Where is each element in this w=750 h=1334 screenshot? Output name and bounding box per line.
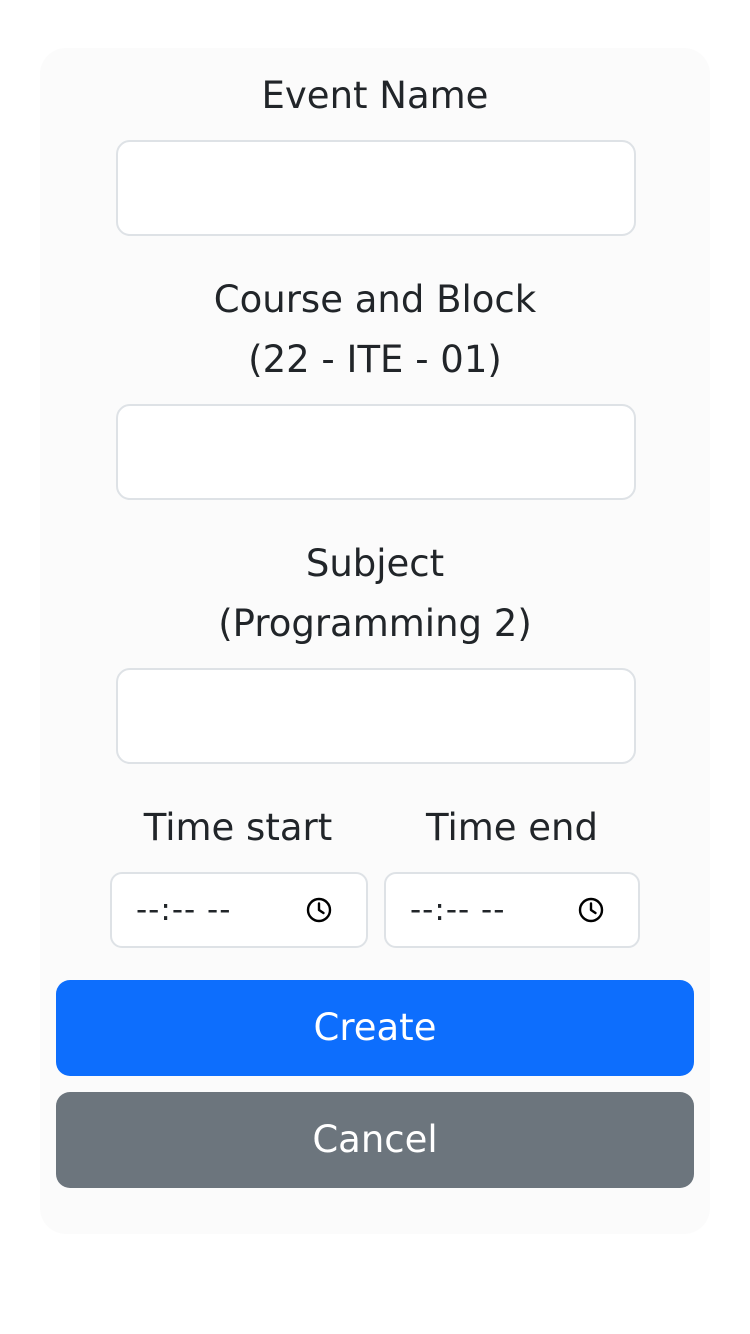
time-end-value: --:-- --: [410, 892, 506, 928]
time-end-input[interactable]: --:-- --: [384, 872, 640, 948]
time-start-input[interactable]: --:-- --: [110, 872, 368, 948]
course-block-input[interactable]: [116, 404, 636, 500]
time-start-value: --:-- --: [136, 892, 232, 928]
course-block-label: Course and Block: [213, 278, 537, 321]
clock-icon[interactable]: [306, 897, 332, 923]
clock-icon[interactable]: [578, 897, 604, 923]
subject-input[interactable]: [116, 668, 636, 764]
event-name-label: Event Name: [261, 74, 489, 117]
course-block-hint: (22 - ITE - 01): [248, 338, 502, 381]
event-form-card: Event Name Course and Block (22 - ITE - …: [40, 48, 710, 1234]
event-name-input[interactable]: [116, 140, 636, 236]
cancel-button[interactable]: Cancel: [56, 1092, 694, 1188]
time-end-label: Time end: [425, 806, 598, 849]
time-start-label: Time start: [143, 806, 333, 849]
subject-label: Subject: [305, 542, 445, 585]
subject-hint: (Programming 2): [218, 602, 532, 645]
create-button[interactable]: Create: [56, 980, 694, 1076]
